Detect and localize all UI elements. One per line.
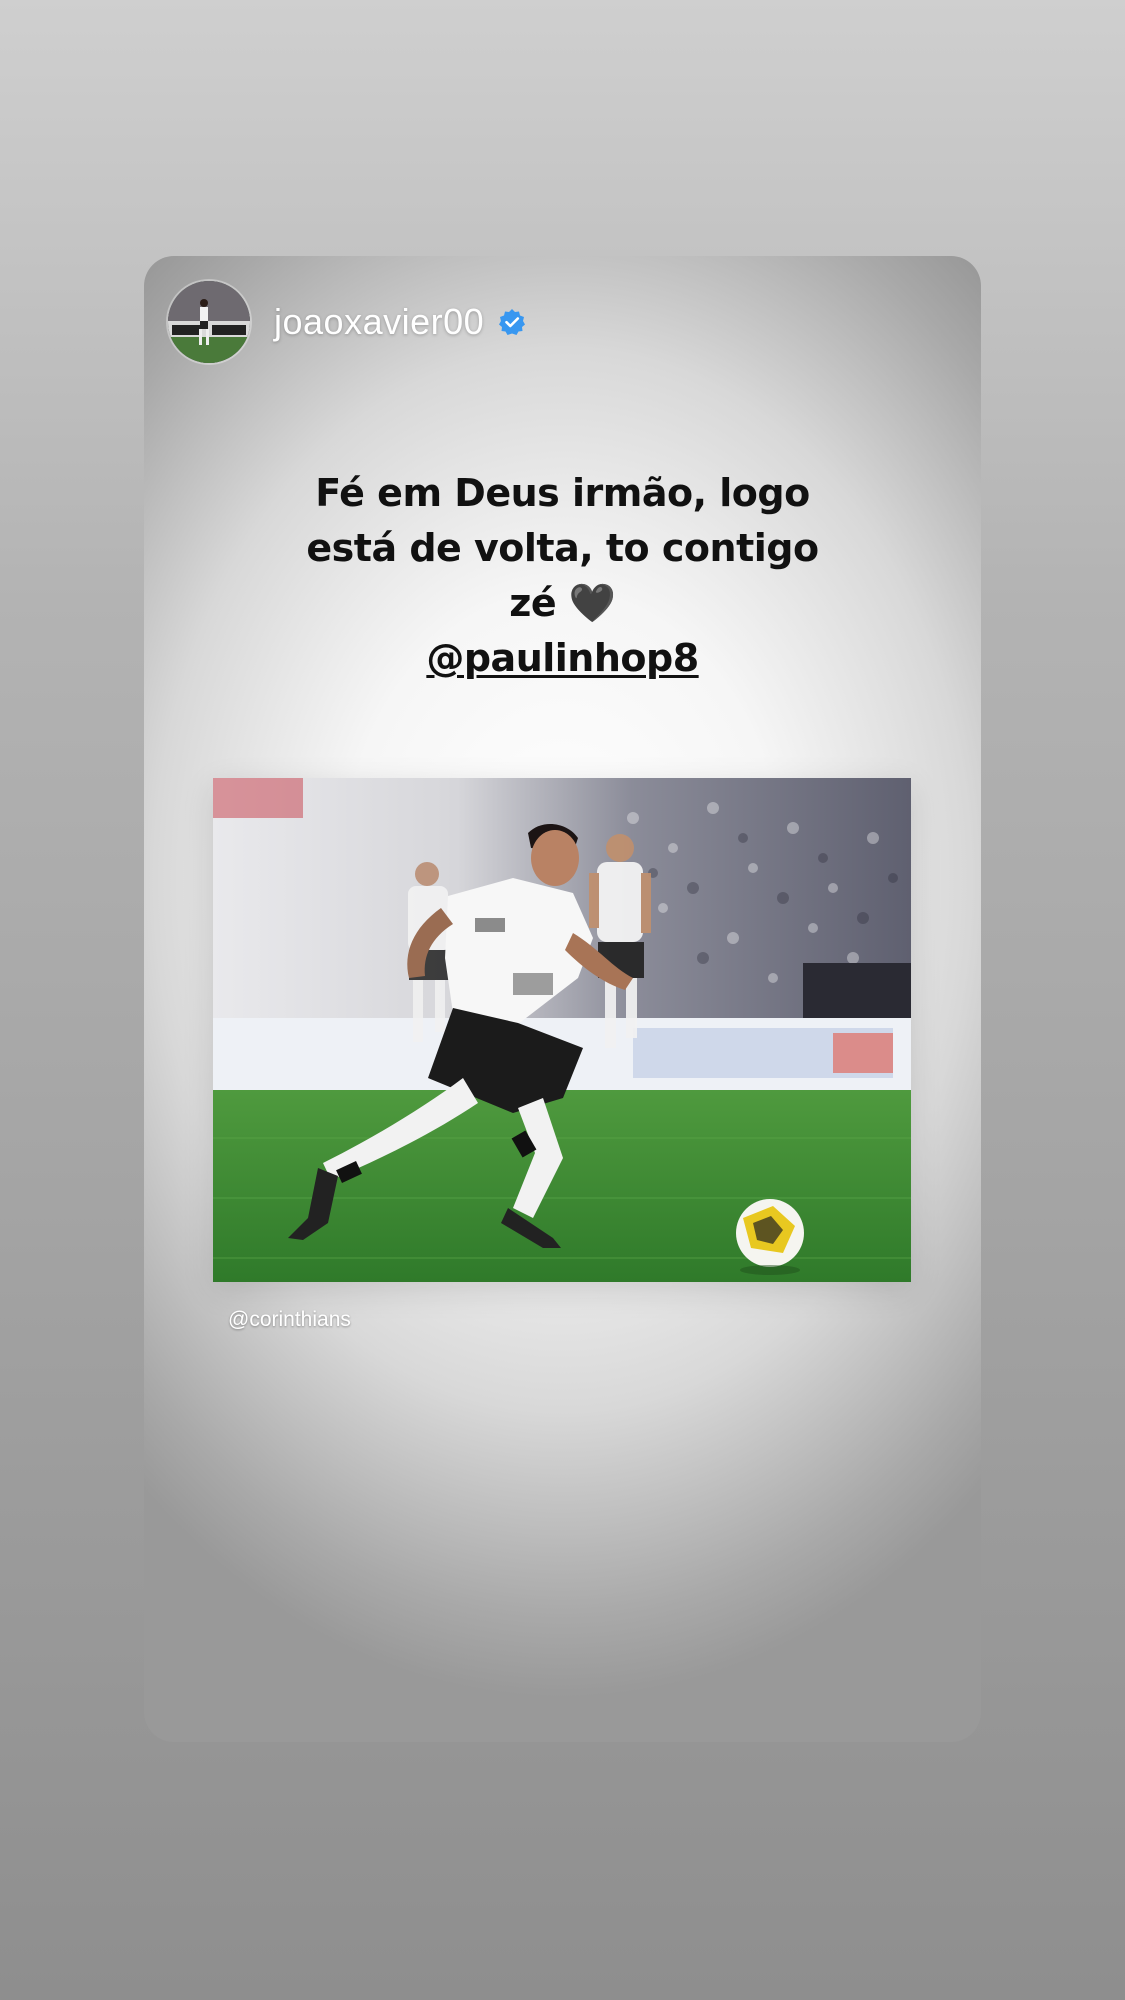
caption-line-3: zé 🖤 <box>509 581 616 625</box>
football-player-image <box>213 778 911 1282</box>
shared-post-photo[interactable] <box>213 778 911 1282</box>
verified-badge-icon <box>498 308 526 336</box>
mention-link[interactable]: @paulinhop8 <box>426 631 699 686</box>
username[interactable]: joaoxavier00 <box>274 301 484 343</box>
story-header: joaoxavier00 <box>168 280 526 364</box>
avatar-image <box>168 281 250 363</box>
caption-line-1: Fé em Deus irmão, logo <box>315 471 810 515</box>
story-caption: Fé em Deus irmão, logo está de volta, to… <box>144 466 981 686</box>
story-card[interactable]: joaoxavier00 Fé em Deus irmão, logo está… <box>144 256 981 1742</box>
avatar[interactable] <box>168 281 250 363</box>
caption-line-2: está de volta, to contigo <box>306 526 819 570</box>
photo-credit-tag[interactable]: @corinthians <box>228 1308 351 1332</box>
